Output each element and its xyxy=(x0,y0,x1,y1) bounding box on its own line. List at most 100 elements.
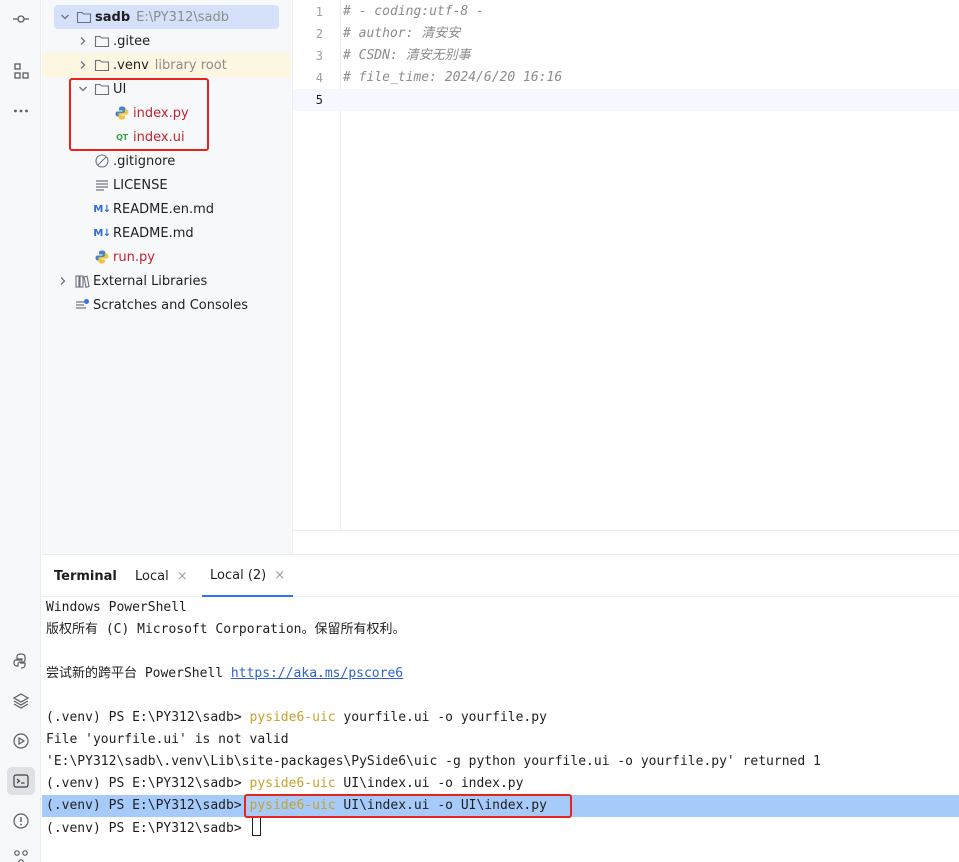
terminal-panel: Terminal Local × Local (2) × Windows Pow… xyxy=(42,554,959,862)
line-number: 1 xyxy=(315,5,323,19)
close-icon[interactable]: × xyxy=(274,568,285,583)
tree-item-hint: library root xyxy=(154,57,227,73)
python-file-icon xyxy=(94,249,110,265)
tree-item-run-py[interactable]: run.py xyxy=(42,245,291,269)
line-number: 4 xyxy=(315,71,323,85)
code-line[interactable]: 1 # - coding:utf-8 - xyxy=(293,1,959,23)
tab-label: Local xyxy=(135,568,169,584)
terminal-icon[interactable] xyxy=(7,767,35,795)
tree-item-venv[interactable]: .venv library root xyxy=(42,53,291,77)
tree-item-label: index.py xyxy=(133,105,189,121)
commit-icon[interactable] xyxy=(7,5,35,33)
tree-item-label: README.md xyxy=(113,225,194,241)
text-file-icon xyxy=(94,177,110,193)
terminal-prompt: (.venv) PS E:\PY312\sadb> xyxy=(46,821,250,836)
chevron-right-icon[interactable] xyxy=(56,274,70,288)
tree-item-external-libraries[interactable]: External Libraries xyxy=(42,269,291,293)
tree-item-label: .gitee xyxy=(113,33,151,49)
tree-item-sadb[interactable]: sadb E:\PY312\sadb xyxy=(54,5,279,29)
terminal-title-label: Terminal xyxy=(54,568,117,584)
python-console-icon[interactable] xyxy=(7,647,35,675)
close-icon[interactable]: × xyxy=(177,569,188,584)
chevron-down-icon[interactable] xyxy=(76,82,90,96)
terminal-args: UI\index.ui -o index.py xyxy=(335,776,524,791)
activity-bar xyxy=(0,0,41,862)
chevron-right-icon[interactable] xyxy=(76,58,90,72)
tree-item-label: LICENSE xyxy=(113,177,168,193)
code-text: # file_time: 2024/6/20 16:16 xyxy=(343,70,563,85)
terminal-line: (.venv) PS E:\PY312\sadb> pyside6-uic UI… xyxy=(42,773,959,795)
tab-label: Local (2) xyxy=(210,567,267,583)
tree-item-label: .gitignore xyxy=(113,153,176,169)
layers-icon[interactable] xyxy=(7,687,35,715)
line-number: 3 xyxy=(315,49,323,63)
terminal-line: 版权所有 (C) Microsoft Corporation。保留所有权利。 xyxy=(42,619,959,641)
terminal-tab-bar: Terminal Local × Local (2) × xyxy=(42,555,959,597)
library-icon xyxy=(74,273,90,289)
terminal-args: yourfile.ui -o yourfile.py xyxy=(335,710,547,725)
project-tree: sadb E:\PY312\sadb .gitee .venv library … xyxy=(42,0,291,554)
scratches-icon xyxy=(74,297,90,313)
code-text: # - coding:utf-8 - xyxy=(343,4,484,19)
problems-icon[interactable] xyxy=(7,807,35,835)
folder-icon xyxy=(76,9,92,25)
pscore-link[interactable]: https://aka.ms/pscore6 xyxy=(231,666,403,681)
tree-item-label: External Libraries xyxy=(93,273,208,289)
chevron-down-icon[interactable] xyxy=(58,10,72,24)
terminal-args: UI\index.ui -o UI\index.py xyxy=(335,798,547,813)
terminal-prompt: (.venv) PS E:\PY312\sadb> xyxy=(46,710,250,725)
code-line[interactable]: 4 # file_time: 2024/6/20 16:16 xyxy=(293,67,959,89)
terminal-output[interactable]: Windows PowerShell 版权所有 (C) Microsoft Co… xyxy=(42,597,959,862)
tree-item-label: index.ui xyxy=(133,129,185,145)
folder-icon xyxy=(94,33,110,49)
code-line[interactable]: 2 # author: 清安安 xyxy=(293,23,959,45)
structure-icon[interactable] xyxy=(7,57,35,85)
qt-file-icon: QT xyxy=(116,132,128,142)
terminal-text: File 'yourfile.ui' is not valid xyxy=(46,732,289,747)
tree-item-license[interactable]: LICENSE xyxy=(42,173,291,197)
tree-item-index-py[interactable]: index.py xyxy=(42,101,291,125)
folder-icon xyxy=(94,57,110,73)
terminal-command: pyside6-uic xyxy=(249,798,336,813)
markdown-icon: M↓ xyxy=(93,203,111,215)
code-editor[interactable]: 1 # - coding:utf-8 - 2 # author: 清安安 3 #… xyxy=(292,0,959,530)
terminal-command: pyside6-uic xyxy=(249,776,336,791)
tree-item-scratches[interactable]: Scratches and Consoles xyxy=(42,293,291,317)
tree-item-index-ui[interactable]: QT index.ui xyxy=(42,125,291,149)
services-icon[interactable] xyxy=(7,727,35,755)
markdown-icon: M↓ xyxy=(93,227,111,239)
terminal-text: 'E:\PY312\sadb\.venv\Lib\site-packages\P… xyxy=(46,754,821,769)
code-line[interactable]: 3 # CSDN: 清安无别事 xyxy=(293,45,959,67)
chevron-right-icon[interactable] xyxy=(76,34,90,48)
line-number: 5 xyxy=(315,93,323,107)
tree-item-gitee[interactable]: .gitee xyxy=(42,29,291,53)
terminal-command: pyside6-uic xyxy=(249,710,336,725)
terminal-cursor[interactable] xyxy=(251,817,261,836)
tree-item-label: README.en.md xyxy=(113,201,214,217)
terminal-line: 尝试新的跨平台 PowerShell https://aka.ms/pscore… xyxy=(42,663,959,685)
tree-item-readme[interactable]: M↓ README.md xyxy=(42,221,291,245)
terminal-line: (.venv) PS E:\PY312\sadb> xyxy=(42,817,959,839)
git-icon[interactable] xyxy=(7,843,35,862)
tree-item-ui[interactable]: UI xyxy=(42,77,291,101)
tree-item-gitignore[interactable]: .gitignore xyxy=(42,149,291,173)
code-text: # CSDN: 清安无别事 xyxy=(343,48,471,63)
more-icon[interactable] xyxy=(7,97,35,125)
python-file-icon xyxy=(114,105,130,121)
terminal-line: Windows PowerShell xyxy=(42,597,959,619)
tab-local-2[interactable]: Local (2) × xyxy=(202,555,294,597)
folder-icon xyxy=(94,81,110,97)
line-number: 2 xyxy=(315,27,323,41)
tree-item-label: sadb xyxy=(95,9,131,25)
tab-local[interactable]: Local × xyxy=(135,555,188,597)
tree-item-readme-en[interactable]: M↓ README.en.md xyxy=(42,197,291,221)
code-text: # author: 清安安 xyxy=(343,26,461,41)
terminal-line: 'E:\PY312\sadb\.venv\Lib\site-packages\P… xyxy=(42,751,959,773)
terminal-prompt: (.venv) PS E:\PY312\sadb> xyxy=(46,798,250,813)
terminal-text: 尝试新的跨平台 PowerShell xyxy=(46,666,231,681)
tree-item-label: Scratches and Consoles xyxy=(93,297,249,313)
ignore-file-icon xyxy=(94,153,110,169)
terminal-line-selected: (.venv) PS E:\PY312\sadb> pyside6-uic UI… xyxy=(42,795,959,817)
code-line-current[interactable]: 5 xyxy=(293,89,959,111)
tree-item-path: E:\PY312\sadb xyxy=(136,9,230,25)
